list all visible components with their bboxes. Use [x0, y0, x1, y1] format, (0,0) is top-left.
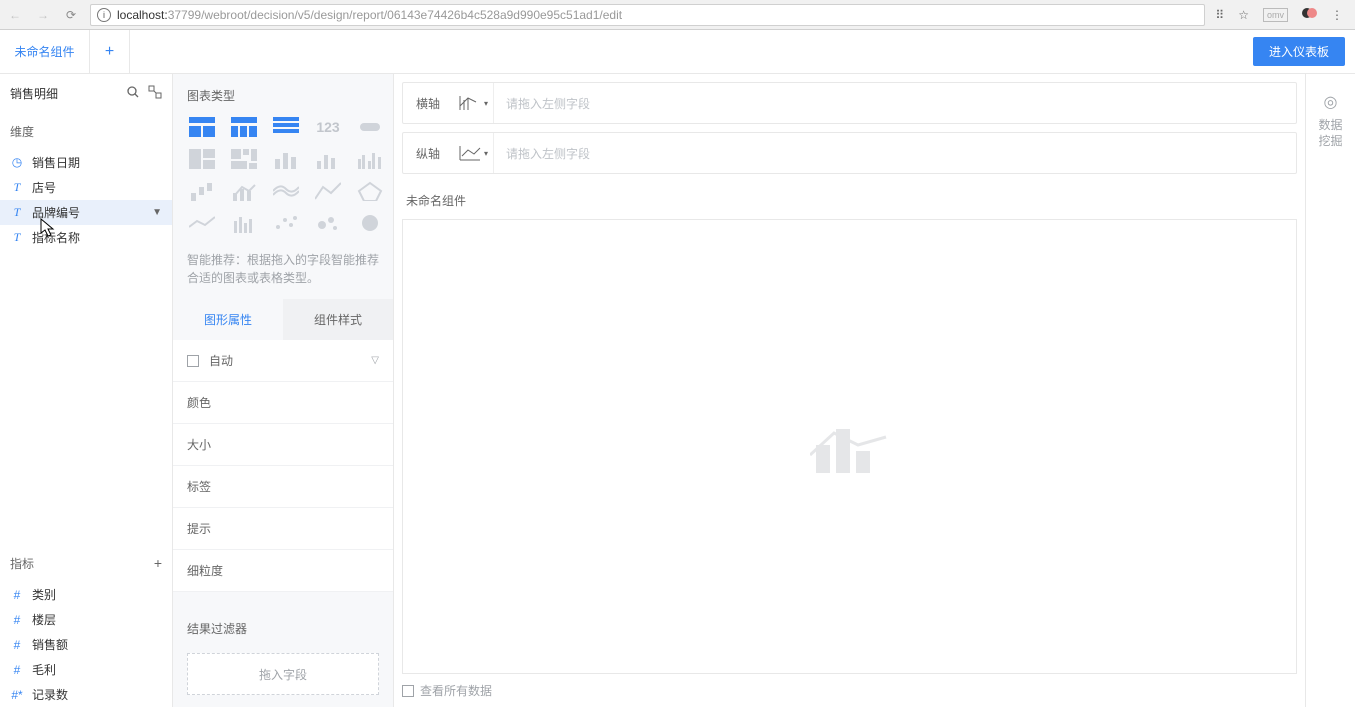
x-axis-drop-hint: 请拖入左侧字段 — [493, 83, 1296, 123]
back-icon[interactable]: ← — [6, 8, 24, 22]
show-all-label: 查看所有数据 — [420, 682, 492, 699]
chart-type-histogram[interactable] — [229, 213, 259, 233]
metric-profit[interactable]: #毛利 — [0, 657, 172, 682]
info-icon[interactable]: i — [97, 8, 111, 22]
data-mining-sidebar[interactable]: ◎ 数据 挖掘 — [1305, 74, 1355, 707]
page-tabs: 未命名组件 + 进入仪表板 — [0, 30, 1355, 74]
chart-type-stacked-bar[interactable] — [271, 149, 301, 169]
data-source-name: 销售明细 — [10, 85, 118, 102]
text-type-icon: T — [10, 180, 24, 195]
reload-icon[interactable]: ⟳ — [62, 8, 80, 22]
browser-toolbar: ← → ⟳ i localhost:37799/webroot/decision… — [0, 0, 1355, 30]
metric-record-count[interactable]: #*记录数 — [0, 682, 172, 707]
chart-type-scatter[interactable] — [271, 213, 301, 233]
chart-type-combo[interactable] — [229, 181, 259, 201]
chart-type-title: 图表类型 — [173, 74, 393, 117]
link-icon[interactable] — [148, 85, 162, 102]
canvas-title: 未命名组件 — [402, 182, 1297, 219]
x-axis-shelf[interactable]: 横轴 ▾ 请拖入左侧字段 — [402, 82, 1297, 124]
url-bar[interactable]: i localhost:37799/webroot/decision/v5/de… — [90, 4, 1205, 26]
canvas-area: 横轴 ▾ 请拖入左侧字段 纵轴 ▾ 请拖入左侧字段 未命名组件 查看所有数据 ◎ — [394, 74, 1355, 707]
translate-icon[interactable]: ⠿ — [1215, 8, 1224, 22]
chart-type-bubble[interactable] — [313, 213, 343, 233]
square-icon — [187, 355, 199, 367]
number-type-icon: # — [10, 663, 24, 677]
placeholder-chart-icon — [810, 415, 890, 478]
bookmark-icon[interactable]: ☆ — [1238, 8, 1249, 22]
text-type-icon: T — [10, 205, 24, 220]
y-axis-drop-hint: 请拖入左侧字段 — [493, 133, 1296, 173]
prop-granularity[interactable]: 细粒度 — [173, 550, 393, 592]
property-tabs: 图形属性 组件样式 — [173, 299, 393, 340]
y-axis-label: 纵轴 — [403, 145, 453, 162]
canvas-footer: 查看所有数据 — [402, 674, 1297, 699]
mining-label: 数据 挖掘 — [1318, 118, 1342, 149]
metric-category[interactable]: #类别 — [0, 582, 172, 607]
y-axis-shelf[interactable]: 纵轴 ▾ 请拖入左侧字段 — [402, 132, 1297, 174]
chart-type-table-detail[interactable] — [271, 117, 301, 137]
chart-type-grid: 123 — [173, 117, 393, 243]
metric-sales[interactable]: #销售额 — [0, 632, 172, 657]
chart-type-area[interactable] — [313, 181, 343, 201]
chart-type-bar[interactable] — [313, 149, 343, 169]
number-type-icon: # — [10, 638, 24, 652]
show-all-checkbox[interactable] — [402, 685, 414, 697]
search-icon[interactable] — [126, 85, 140, 102]
chart-canvas[interactable] — [402, 219, 1297, 674]
chart-type-line[interactable] — [187, 213, 217, 233]
add-tab-button[interactable]: + — [90, 30, 130, 74]
chart-type-gauge[interactable] — [355, 117, 385, 137]
chart-type-stream[interactable] — [271, 181, 301, 201]
menu-icon[interactable]: ⋮ — [1331, 8, 1343, 22]
chart-type-panel: 图表类型 123 智能推荐：根据拖入的字段智能推荐合适的图表或表格类型。 — [173, 74, 394, 707]
tab-graphic-props[interactable]: 图形属性 — [173, 299, 283, 340]
add-metric-icon[interactable]: + — [154, 555, 162, 571]
forward-icon[interactable]: → — [34, 8, 52, 22]
text-type-icon: T — [10, 230, 24, 245]
chart-type-table-group[interactable] — [187, 117, 217, 137]
url-text: localhost:37799/webroot/decision/v5/desi… — [117, 8, 622, 22]
tab-widget-style[interactable]: 组件样式 — [283, 299, 393, 340]
chart-type-partition[interactable] — [187, 149, 217, 169]
enter-dashboard-button[interactable]: 进入仪表板 — [1253, 37, 1345, 66]
prop-mark-type[interactable]: 自动▽ — [173, 340, 393, 382]
chevron-down-icon[interactable]: ▼ — [152, 207, 162, 218]
ext2-icon[interactable] — [1302, 6, 1317, 24]
dim-store[interactable]: T店号 — [0, 175, 172, 200]
chart-type-treemap[interactable] — [229, 149, 259, 169]
chart-type-grouped-bar[interactable] — [355, 149, 385, 169]
number-type-icon: # — [10, 588, 24, 602]
y-axis-icon[interactable]: ▾ — [453, 144, 493, 162]
ext-icon[interactable]: omv — [1263, 8, 1288, 22]
dim-metric-name[interactable]: T指标名称 — [0, 225, 172, 250]
chart-type-table-cross[interactable] — [229, 117, 259, 137]
dim-sale-date[interactable]: ◷销售日期 — [0, 150, 172, 175]
chart-type-kpi[interactable]: 123 — [313, 117, 343, 137]
prop-size[interactable]: 大小 — [173, 424, 393, 466]
data-panel: 销售明细 维度 ◷销售日期 T店号 T品牌编号▼ T指标名称 指标+ #类别 #… — [0, 74, 173, 707]
number-type-icon: #* — [10, 688, 24, 702]
chart-recommend-desc: 智能推荐：根据拖入的字段智能推荐合适的图表或表格类型。 — [173, 243, 393, 299]
prop-label[interactable]: 标签 — [173, 466, 393, 508]
chart-type-pie[interactable] — [355, 213, 385, 233]
metric-floor[interactable]: #楼层 — [0, 607, 172, 632]
mining-icon: ◎ — [1324, 92, 1338, 112]
chart-type-radar[interactable] — [355, 181, 385, 201]
clock-icon: ◷ — [10, 155, 24, 170]
filter-drop-zone[interactable]: 拖入字段 — [187, 653, 379, 695]
tab-widget[interactable]: 未命名组件 — [0, 30, 90, 74]
metrics-header: 指标+ — [0, 544, 172, 582]
x-axis-label: 横轴 — [403, 95, 453, 112]
result-filter-title: 结果过滤器 — [173, 610, 393, 647]
chevron-down-icon[interactable]: ▽ — [371, 355, 379, 366]
dim-brand-code[interactable]: T品牌编号▼ — [0, 200, 172, 225]
browser-right-icons: ⠿ ☆ omv ⋮ — [1215, 6, 1349, 24]
number-type-icon: # — [10, 613, 24, 627]
x-axis-icon[interactable]: ▾ — [453, 94, 493, 112]
prop-tooltip[interactable]: 提示 — [173, 508, 393, 550]
dimensions-header: 维度 — [0, 112, 172, 150]
chart-type-waterfall[interactable] — [187, 181, 217, 201]
prop-color[interactable]: 颜色 — [173, 382, 393, 424]
